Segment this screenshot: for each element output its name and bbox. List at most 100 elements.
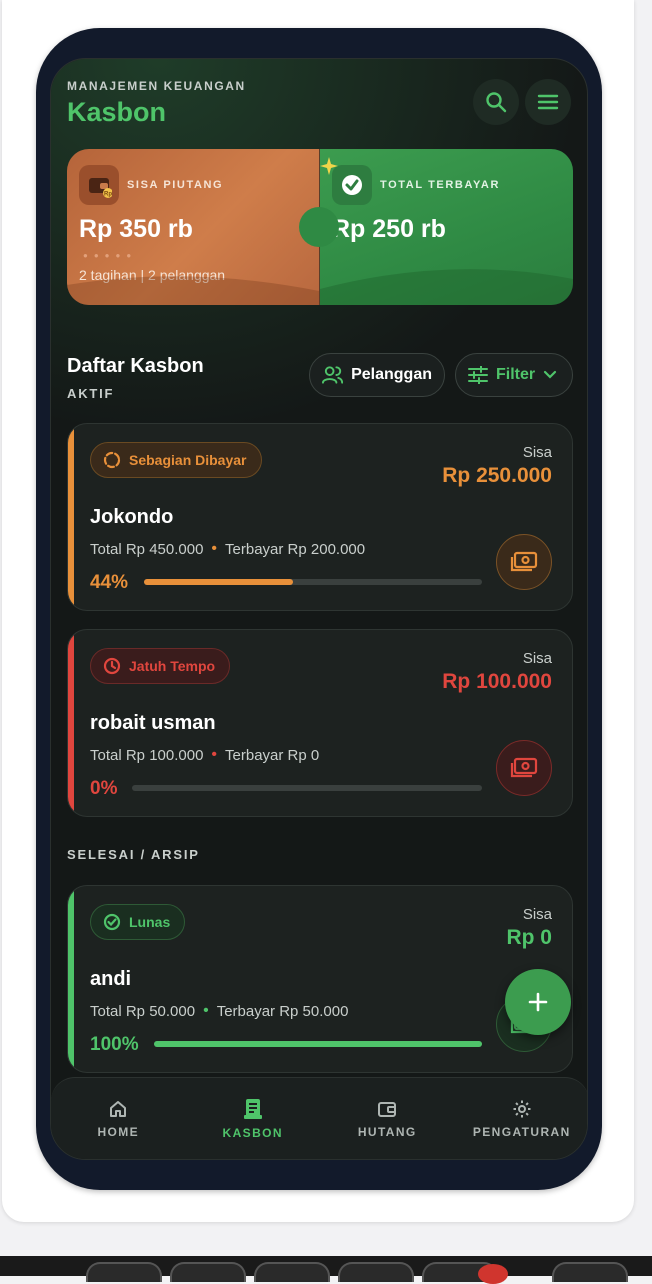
customer-name: robait usman <box>90 712 216 734</box>
status-label: Jatuh Tempo <box>129 658 216 674</box>
search-button[interactable] <box>473 79 519 125</box>
sparkle-icon <box>320 157 338 175</box>
clock-icon <box>103 657 121 675</box>
progress-bar <box>144 579 482 585</box>
sisa-label: Sisa <box>522 906 552 923</box>
nav-hutang[interactable]: HUTANG <box>320 1078 455 1159</box>
nav-pengaturan[interactable]: PENGATURAN <box>455 1078 588 1159</box>
terbayar-wave <box>320 269 573 305</box>
progress-fill <box>144 579 293 585</box>
pay-button[interactable] <box>496 740 552 796</box>
nav-home[interactable]: HOME <box>51 1078 186 1159</box>
total-amount: Total Rp 50.000 <box>90 1002 196 1020</box>
loading-icon <box>103 451 121 469</box>
progress-fill <box>154 1041 482 1047</box>
kasbon-card-robait-usman[interactable]: Jatuh Tempo Sisa Rp 100.000 robait usman… <box>67 629 573 817</box>
status-label: Lunas <box>129 914 171 930</box>
customer-name: andi <box>90 968 132 990</box>
bottom-nav: HOME KASBON HUTANG PENGATURAN <box>51 1077 588 1159</box>
card-stripe <box>68 630 74 816</box>
card-stripe <box>68 424 74 610</box>
separator-dot: • <box>211 540 218 557</box>
nav-home-label: HOME <box>97 1124 140 1139</box>
plus-icon <box>528 992 548 1012</box>
separator-dot: • <box>203 1002 209 1019</box>
summary-card: Rp SISA PIUTANG Rp 350 rb ●●●●● 2 tagiha… <box>67 149 573 305</box>
nav-hutang-label: HUTANG <box>357 1124 417 1139</box>
search-icon <box>486 92 507 113</box>
piutang-panel[interactable]: Rp SISA PIUTANG Rp 350 rb ●●●●● 2 tagiha… <box>67 149 319 305</box>
terbayar-value: Rp 250 rb <box>332 215 446 243</box>
status-label: Sebagian Dibayar <box>129 452 247 468</box>
piutang-wave <box>67 276 319 305</box>
sisa-value: Rp 100.000 <box>442 670 552 693</box>
menu-icon <box>537 94 559 110</box>
piutang-value: Rp 350 rb <box>79 215 193 243</box>
amount-line: Total Rp 100.000 • Terbayar Rp 0 <box>90 746 319 764</box>
cash-icon <box>510 551 538 572</box>
wallet-icon <box>378 1101 397 1117</box>
list-header: Daftar Kasbon AKTIF Pelanggan Filter <box>67 353 573 415</box>
dock-item[interactable] <box>254 1262 330 1282</box>
progress-percent: 0% <box>90 778 118 799</box>
home-icon <box>110 1100 127 1117</box>
customers-button-label: Pelanggan <box>351 366 432 383</box>
progress-bar <box>154 1041 482 1047</box>
dock-item[interactable] <box>338 1262 414 1282</box>
progress-bar <box>132 785 482 791</box>
kasbon-card-andi[interactable]: Lunas Sisa Rp 0 andi Total Rp 50.000 • T… <box>67 885 573 1073</box>
sisa-value: Rp 250.000 <box>442 464 552 487</box>
nav-kasbon[interactable]: KASBON <box>186 1078 321 1159</box>
total-amount: Total Rp 450.000 <box>90 540 204 558</box>
check-circle-icon <box>103 913 121 931</box>
rp-badge-text: Rp <box>104 192 112 198</box>
card-stripe <box>68 886 74 1072</box>
customer-name: Jokondo <box>90 506 174 528</box>
amount-line: Total Rp 50.000 • Terbayar Rp 50.000 <box>90 1002 348 1020</box>
status-badge: Jatuh Tempo <box>90 648 231 684</box>
sisa-label: Sisa <box>522 444 552 461</box>
dock-item[interactable] <box>552 1262 628 1282</box>
paid-amount: Terbayar Rp 200.000 <box>225 540 366 558</box>
total-amount: Total Rp 100.000 <box>90 746 204 764</box>
status-badge: Lunas <box>90 904 186 940</box>
paid-amount: Terbayar Rp 50.000 <box>216 1002 349 1020</box>
wallet-icon: Rp <box>89 178 112 198</box>
dock-notification-badge <box>478 1264 508 1284</box>
amount-line: Total Rp 450.000 • Terbayar Rp 200.000 <box>90 540 365 558</box>
gear-icon <box>513 1100 531 1117</box>
sliders-icon <box>468 366 488 384</box>
sisa-value: Rp 0 <box>506 926 552 949</box>
add-kasbon-button[interactable] <box>505 969 571 1035</box>
dock-item[interactable] <box>170 1262 246 1282</box>
dock-item[interactable] <box>86 1262 162 1282</box>
separator-dot: • <box>211 746 218 763</box>
app-header: MANAJEMEN KEUANGAN Kasbon <box>67 79 571 139</box>
menu-button[interactable] <box>525 79 571 125</box>
archive-label: SELESAI / ARSIP <box>67 847 200 862</box>
users-icon <box>322 366 344 384</box>
paid-amount: Terbayar Rp 0 <box>225 746 320 764</box>
pay-button[interactable] <box>496 534 552 590</box>
sisa-label: Sisa <box>522 650 552 667</box>
piutang-icon-box: Rp <box>79 165 119 205</box>
filter-button[interactable]: Filter <box>455 353 573 397</box>
summary-knob <box>299 207 339 247</box>
terbayar-panel[interactable]: TOTAL TERBAYAR Rp 250 rb <box>320 149 573 305</box>
status-badge: Sebagian Dibayar <box>90 442 262 478</box>
progress-percent: 44% <box>90 572 129 593</box>
piutang-label: SISA PIUTANG <box>127 179 224 191</box>
customers-button[interactable]: Pelanggan <box>309 353 445 397</box>
nav-pengaturan-label: PENGATURAN <box>472 1124 571 1139</box>
check-icon <box>342 175 362 195</box>
nav-kasbon-label: KASBON <box>222 1125 283 1140</box>
app-screen: MANAJEMEN KEUANGAN Kasbon Rp SISA PIUTAN… <box>50 58 588 1160</box>
cash-icon <box>510 757 538 778</box>
terbayar-icon-box <box>332 165 372 205</box>
filter-button-label: Filter <box>496 366 536 383</box>
terbayar-label: TOTAL TERBAYAR <box>380 179 500 191</box>
receipt-icon <box>243 1098 262 1119</box>
kasbon-card-jokondo[interactable]: Sebagian Dibayar Sisa Rp 250.000 Jokondo… <box>67 423 573 611</box>
chevron-down-icon <box>544 370 557 379</box>
progress-percent: 100% <box>90 1034 139 1055</box>
